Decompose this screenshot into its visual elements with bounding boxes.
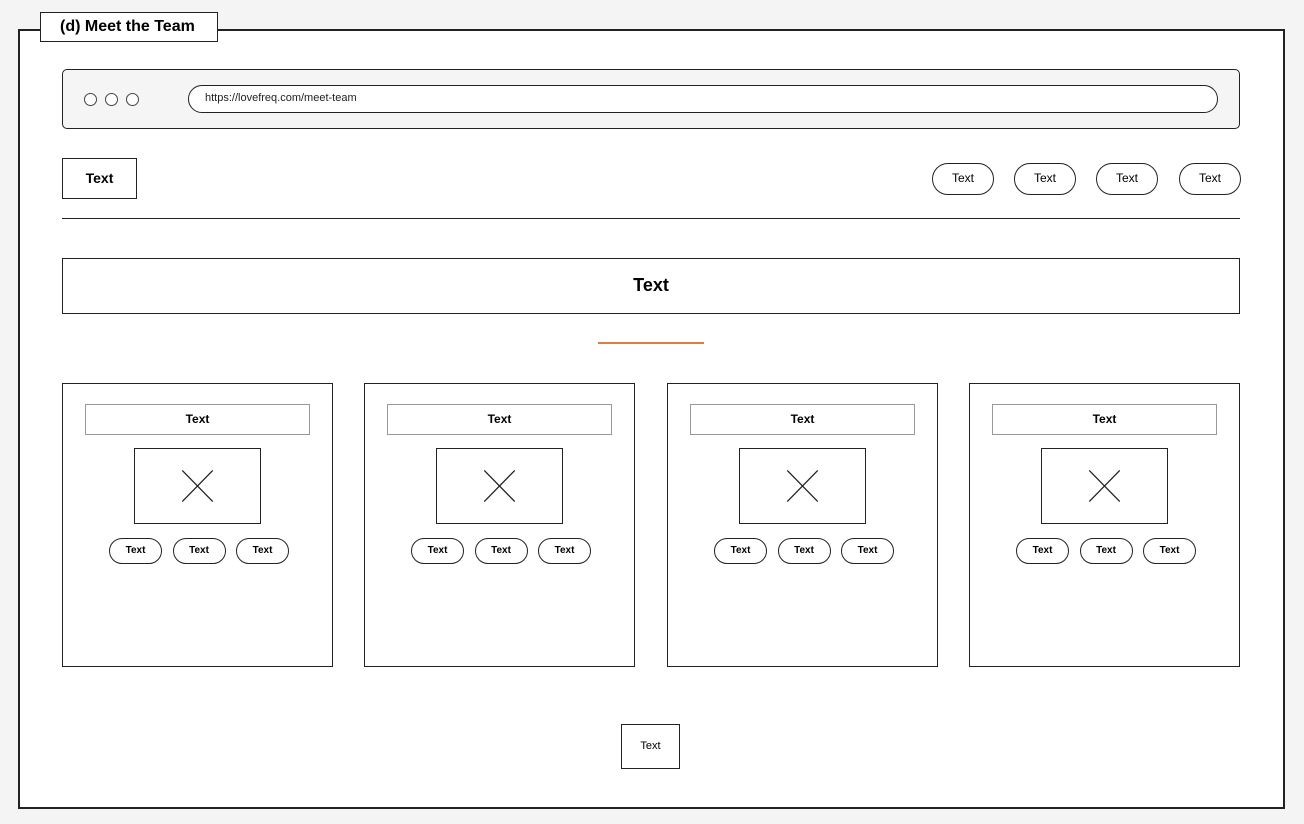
team-card-actions: Text Text Text bbox=[1016, 538, 1196, 564]
team-card: Text Text Text Text bbox=[364, 383, 635, 667]
team-card: Text Text Text Text bbox=[667, 383, 938, 667]
footer-button[interactable]: Text bbox=[621, 724, 680, 769]
team-card-title: Text bbox=[992, 404, 1217, 435]
team-card-button[interactable]: Text bbox=[777, 538, 831, 564]
browser-bar: https://lovefreq.com/meet-team bbox=[62, 69, 1240, 129]
accent-divider bbox=[598, 342, 704, 344]
header-divider bbox=[62, 218, 1240, 219]
team-card-title: Text bbox=[85, 404, 310, 435]
team-card-button[interactable]: Text bbox=[236, 538, 289, 564]
frame-label: (d) Meet the Team bbox=[40, 12, 218, 42]
image-placeholder-icon bbox=[1041, 448, 1168, 524]
image-placeholder-icon bbox=[739, 448, 866, 524]
image-placeholder-icon bbox=[134, 448, 261, 524]
team-card-button[interactable]: Text bbox=[841, 538, 894, 564]
window-dot-icon[interactable] bbox=[84, 93, 97, 106]
window-dot-icon[interactable] bbox=[105, 93, 118, 106]
team-card-actions: Text Text Text bbox=[714, 538, 894, 564]
team-card-actions: Text Text Text bbox=[411, 538, 591, 564]
team-card: Text Text Text Text bbox=[62, 383, 333, 667]
image-placeholder-icon bbox=[436, 448, 563, 524]
team-card-title: Text bbox=[387, 404, 612, 435]
team-card-button[interactable]: Text bbox=[538, 538, 591, 564]
address-bar[interactable]: https://lovefreq.com/meet-team bbox=[188, 85, 1218, 113]
site-logo[interactable]: Text bbox=[62, 158, 137, 199]
team-card-button[interactable]: Text bbox=[1079, 538, 1133, 564]
team-card-button[interactable]: Text bbox=[172, 538, 226, 564]
team-card: Text Text Text Text bbox=[969, 383, 1240, 667]
team-card-button[interactable]: Text bbox=[714, 538, 767, 564]
team-card-button[interactable]: Text bbox=[1016, 538, 1069, 564]
team-card-actions: Text Text Text bbox=[109, 538, 289, 564]
window-dot-icon[interactable] bbox=[126, 93, 139, 106]
nav-item[interactable]: Text bbox=[1179, 163, 1241, 195]
nav-item[interactable]: Text bbox=[1014, 163, 1076, 195]
nav-item[interactable]: Text bbox=[1096, 163, 1158, 195]
nav-item[interactable]: Text bbox=[932, 163, 994, 195]
team-card-button[interactable]: Text bbox=[109, 538, 162, 564]
team-card-title: Text bbox=[690, 404, 915, 435]
team-card-button[interactable]: Text bbox=[474, 538, 528, 564]
team-card-button[interactable]: Text bbox=[411, 538, 464, 564]
team-card-button[interactable]: Text bbox=[1143, 538, 1196, 564]
page-title: Text bbox=[62, 258, 1240, 314]
